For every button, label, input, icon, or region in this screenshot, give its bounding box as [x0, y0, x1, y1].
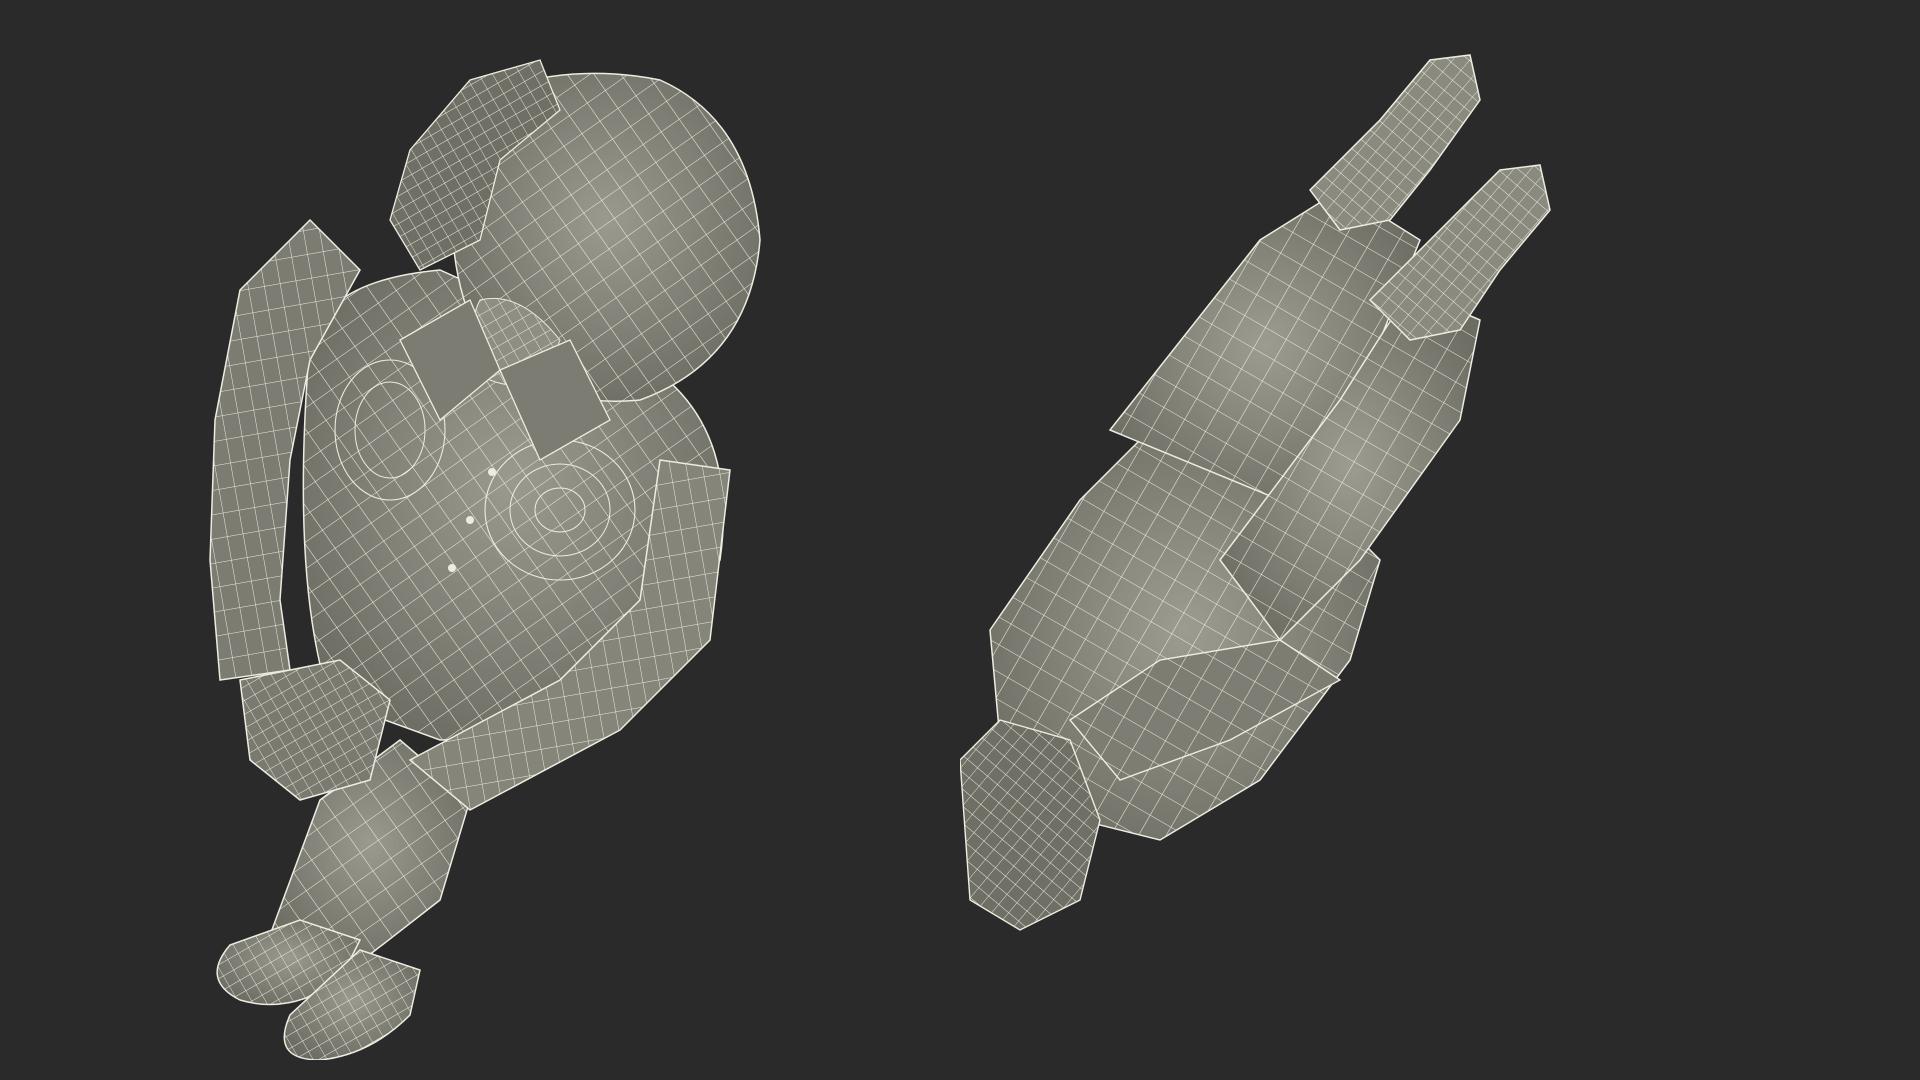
- wireframe-figure-right-svg: [960, 54, 1551, 931]
- head-left: [389, 59, 761, 461]
- wireframe-figure-right: [960, 40, 1860, 1060]
- wireframe-figure-left: [140, 40, 960, 1060]
- wireframe-figure-left-svg: [209, 59, 761, 1060]
- render-viewport: [0, 0, 1920, 1080]
